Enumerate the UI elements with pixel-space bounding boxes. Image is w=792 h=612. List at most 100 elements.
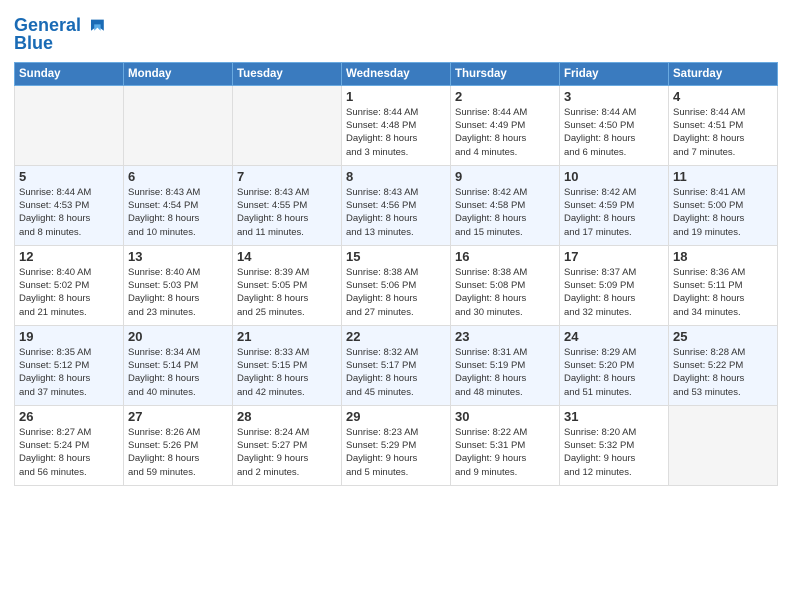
day-info: Sunrise: 8:40 AM Sunset: 5:02 PM Dayligh… xyxy=(19,266,119,319)
day-info: Sunrise: 8:44 AM Sunset: 4:50 PM Dayligh… xyxy=(564,106,664,159)
day-info: Sunrise: 8:37 AM Sunset: 5:09 PM Dayligh… xyxy=(564,266,664,319)
day-number: 12 xyxy=(19,249,119,264)
day-number: 15 xyxy=(346,249,446,264)
day-info: Sunrise: 8:36 AM Sunset: 5:11 PM Dayligh… xyxy=(673,266,773,319)
logo: General Blue xyxy=(14,14,107,54)
day-info: Sunrise: 8:41 AM Sunset: 5:00 PM Dayligh… xyxy=(673,186,773,239)
week-row-3: 12 Sunrise: 8:40 AM Sunset: 5:02 PM Dayli… xyxy=(15,245,778,325)
day-info: Sunrise: 8:39 AM Sunset: 5:05 PM Dayligh… xyxy=(237,266,337,319)
day-info: Sunrise: 8:31 AM Sunset: 5:19 PM Dayligh… xyxy=(455,346,555,399)
calendar-cell: 7 Sunrise: 8:43 AM Sunset: 4:55 PM Daylig… xyxy=(233,165,342,245)
calendar-cell: 13Sunrise: 8:40 AM Sunset: 5:03 PM Dayli… xyxy=(124,245,233,325)
day-number: 11 xyxy=(673,169,773,184)
day-number: 21 xyxy=(237,329,337,344)
day-number: 25 xyxy=(673,329,773,344)
day-number: 8 xyxy=(346,169,446,184)
calendar-cell: 5 Sunrise: 8:44 AM Sunset: 4:53 PM Daylig… xyxy=(15,165,124,245)
calendar-cell: 21 Sunrise: 8:33 AM Sunset: 5:15 PM Dayli… xyxy=(233,325,342,405)
day-number: 3 xyxy=(564,89,664,104)
calendar-cell: 9 Sunrise: 8:42 AM Sunset: 4:58 PM Daylig… xyxy=(451,165,560,245)
day-number: 23 xyxy=(455,329,555,344)
weekday-header-tuesday: Tuesday xyxy=(233,62,342,85)
day-info: Sunrise: 8:42 AM Sunset: 4:58 PM Dayligh… xyxy=(455,186,555,239)
day-number: 27 xyxy=(128,409,228,424)
calendar-cell: 23 Sunrise: 8:31 AM Sunset: 5:19 PM Dayli… xyxy=(451,325,560,405)
day-number: 10 xyxy=(564,169,664,184)
weekday-header-wednesday: Wednesday xyxy=(342,62,451,85)
day-info: Sunrise: 8:34 AM Sunset: 5:14 PM Dayligh… xyxy=(128,346,228,399)
calendar-cell: 11 Sunrise: 8:41 AM Sunset: 5:00 PM Dayli… xyxy=(669,165,778,245)
day-number: 30 xyxy=(455,409,555,424)
day-info: Sunrise: 8:44 AM Sunset: 4:53 PM Dayligh… xyxy=(19,186,119,239)
calendar-container: General Blue SundayMondayTuesdayWednesda… xyxy=(0,0,792,612)
day-number: 22 xyxy=(346,329,446,344)
day-number: 9 xyxy=(455,169,555,184)
weekday-header-saturday: Saturday xyxy=(669,62,778,85)
calendar-cell: 2 Sunrise: 8:44 AM Sunset: 4:49 PM Daylig… xyxy=(451,85,560,165)
day-info: Sunrise: 8:32 AM Sunset: 5:17 PM Dayligh… xyxy=(346,346,446,399)
day-number: 2 xyxy=(455,89,555,104)
day-number: 24 xyxy=(564,329,664,344)
weekday-header-friday: Friday xyxy=(560,62,669,85)
day-number: 14 xyxy=(237,249,337,264)
day-info: Sunrise: 8:44 AM Sunset: 4:51 PM Dayligh… xyxy=(673,106,773,159)
day-number: 16 xyxy=(455,249,555,264)
calendar-cell: 15 Sunrise: 8:38 AM Sunset: 5:06 PM Dayli… xyxy=(342,245,451,325)
day-info: Sunrise: 8:43 AM Sunset: 4:56 PM Dayligh… xyxy=(346,186,446,239)
calendar-cell: 30Sunrise: 8:22 AM Sunset: 5:31 PM Dayli… xyxy=(451,405,560,485)
logo-icon xyxy=(83,14,107,38)
day-info: Sunrise: 8:33 AM Sunset: 5:15 PM Dayligh… xyxy=(237,346,337,399)
weekday-header-thursday: Thursday xyxy=(451,62,560,85)
calendar-cell: 17 Sunrise: 8:37 AM Sunset: 5:09 PM Dayli… xyxy=(560,245,669,325)
day-info: Sunrise: 8:27 AM Sunset: 5:24 PM Dayligh… xyxy=(19,426,119,479)
day-info: Sunrise: 8:28 AM Sunset: 5:22 PM Dayligh… xyxy=(673,346,773,399)
calendar-cell: 26Sunrise: 8:27 AM Sunset: 5:24 PM Dayli… xyxy=(15,405,124,485)
header: General Blue xyxy=(14,10,778,54)
week-row-1: 1 Sunrise: 8:44 AM Sunset: 4:48 PM Daylig… xyxy=(15,85,778,165)
day-info: Sunrise: 8:23 AM Sunset: 5:29 PM Dayligh… xyxy=(346,426,446,479)
calendar-cell: 29 Sunrise: 8:23 AM Sunset: 5:29 PM Dayli… xyxy=(342,405,451,485)
day-info: Sunrise: 8:43 AM Sunset: 4:54 PM Dayligh… xyxy=(128,186,228,239)
day-number: 19 xyxy=(19,329,119,344)
day-info: Sunrise: 8:35 AM Sunset: 5:12 PM Dayligh… xyxy=(19,346,119,399)
calendar-cell xyxy=(15,85,124,165)
calendar-cell: 22 Sunrise: 8:32 AM Sunset: 5:17 PM Dayli… xyxy=(342,325,451,405)
calendar-cell: 16 Sunrise: 8:38 AM Sunset: 5:08 PM Dayli… xyxy=(451,245,560,325)
calendar-cell xyxy=(233,85,342,165)
calendar-cell: 10 Sunrise: 8:42 AM Sunset: 4:59 PM Dayli… xyxy=(560,165,669,245)
day-info: Sunrise: 8:38 AM Sunset: 5:08 PM Dayligh… xyxy=(455,266,555,319)
day-number: 7 xyxy=(237,169,337,184)
calendar-cell: 6Sunrise: 8:43 AM Sunset: 4:54 PM Daylig… xyxy=(124,165,233,245)
day-info: Sunrise: 8:20 AM Sunset: 5:32 PM Dayligh… xyxy=(564,426,664,479)
day-info: Sunrise: 8:42 AM Sunset: 4:59 PM Dayligh… xyxy=(564,186,664,239)
calendar-cell: 27 Sunrise: 8:26 AM Sunset: 5:26 PM Dayli… xyxy=(124,405,233,485)
day-number: 29 xyxy=(346,409,446,424)
week-row-5: 26Sunrise: 8:27 AM Sunset: 5:24 PM Dayli… xyxy=(15,405,778,485)
calendar-cell: 28Sunrise: 8:24 AM Sunset: 5:27 PM Dayli… xyxy=(233,405,342,485)
day-info: Sunrise: 8:38 AM Sunset: 5:06 PM Dayligh… xyxy=(346,266,446,319)
weekday-header-row: SundayMondayTuesdayWednesdayThursdayFrid… xyxy=(15,62,778,85)
day-info: Sunrise: 8:40 AM Sunset: 5:03 PM Dayligh… xyxy=(128,266,228,319)
day-number: 4 xyxy=(673,89,773,104)
weekday-header-monday: Monday xyxy=(124,62,233,85)
day-info: Sunrise: 8:44 AM Sunset: 4:48 PM Dayligh… xyxy=(346,106,446,159)
week-row-2: 5 Sunrise: 8:44 AM Sunset: 4:53 PM Daylig… xyxy=(15,165,778,245)
day-info: Sunrise: 8:24 AM Sunset: 5:27 PM Dayligh… xyxy=(237,426,337,479)
day-number: 31 xyxy=(564,409,664,424)
day-info: Sunrise: 8:43 AM Sunset: 4:55 PM Dayligh… xyxy=(237,186,337,239)
day-number: 17 xyxy=(564,249,664,264)
calendar-cell xyxy=(124,85,233,165)
day-info: Sunrise: 8:26 AM Sunset: 5:26 PM Dayligh… xyxy=(128,426,228,479)
calendar-cell: 1 Sunrise: 8:44 AM Sunset: 4:48 PM Daylig… xyxy=(342,85,451,165)
day-number: 1 xyxy=(346,89,446,104)
weekday-header-sunday: Sunday xyxy=(15,62,124,85)
calendar-table: SundayMondayTuesdayWednesdayThursdayFrid… xyxy=(14,62,778,486)
calendar-cell: 19 Sunrise: 8:35 AM Sunset: 5:12 PM Dayli… xyxy=(15,325,124,405)
calendar-cell: 3 Sunrise: 8:44 AM Sunset: 4:50 PM Daylig… xyxy=(560,85,669,165)
calendar-cell: 18Sunrise: 8:36 AM Sunset: 5:11 PM Dayli… xyxy=(669,245,778,325)
calendar-cell: 12 Sunrise: 8:40 AM Sunset: 5:02 PM Dayli… xyxy=(15,245,124,325)
day-info: Sunrise: 8:29 AM Sunset: 5:20 PM Dayligh… xyxy=(564,346,664,399)
calendar-cell: 24 Sunrise: 8:29 AM Sunset: 5:20 PM Dayli… xyxy=(560,325,669,405)
day-info: Sunrise: 8:44 AM Sunset: 4:49 PM Dayligh… xyxy=(455,106,555,159)
day-number: 5 xyxy=(19,169,119,184)
